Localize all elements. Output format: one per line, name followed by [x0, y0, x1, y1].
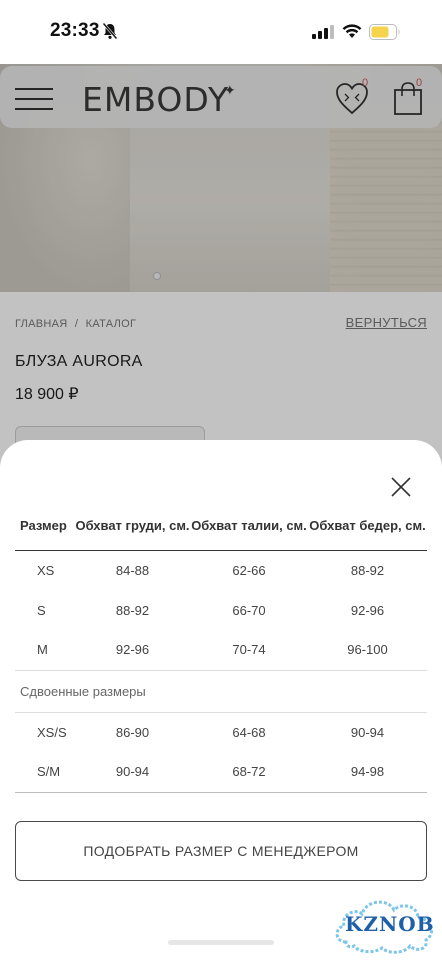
battery-icon	[369, 24, 400, 40]
double-sizes-label: Сдвоенные размеры	[15, 669, 427, 713]
signal-icon	[312, 25, 334, 39]
cell-hips: 88-92	[350, 562, 385, 578]
cell-chest: 90-94	[115, 764, 150, 780]
table-row: S 88-92 66-70 92-96	[15, 590, 427, 630]
cell-waist: 64-68	[232, 724, 266, 740]
cell-waist: 62-66	[232, 562, 266, 578]
cell-size: S	[37, 602, 46, 618]
cell-size: XS/S	[37, 724, 67, 740]
close-icon[interactable]	[388, 474, 414, 500]
cell-size: M	[37, 642, 48, 658]
cell-hips: 92-96	[350, 602, 385, 618]
cell-waist: 68-72	[232, 764, 266, 780]
status-bar: 23:33	[0, 0, 442, 64]
cell-hips: 94-98	[350, 764, 385, 780]
cell-waist: 66-70	[232, 602, 266, 618]
cell-size: XS	[37, 562, 55, 578]
pick-size-with-manager-button[interactable]: ПОДОБРАТЬ РАЗМЕР С МЕНЕДЖЕРОМ	[15, 821, 427, 881]
header-hips: Обхват бедер, см.	[309, 517, 426, 533]
home-indicator[interactable]	[168, 940, 274, 945]
wifi-icon	[342, 24, 362, 38]
table-row: XS 84-88 62-66 88-92	[15, 550, 427, 590]
cell-waist: 70-74	[232, 642, 266, 658]
cell-chest: 92-96	[115, 642, 150, 658]
watermark-text: KZNOB	[345, 912, 435, 936]
cell-chest: 86-90	[115, 724, 150, 740]
cell-hips: 96-100	[347, 642, 388, 658]
cell-chest: 88-92	[115, 602, 150, 618]
header-size: Размер	[20, 517, 67, 533]
group-heading-row: Сдвоенные размеры	[15, 669, 427, 713]
size-chart-table: Размер Обхват груди, см. Обхват талии, с…	[15, 502, 427, 793]
table-row: S/M 90-94 68-72 94-98	[15, 752, 427, 792]
status-time: 23:33	[50, 20, 100, 41]
cell-chest: 84-88	[115, 562, 150, 578]
table-header-row: Размер Обхват груди, см. Обхват талии, с…	[15, 502, 427, 550]
cell-hips: 90-94	[350, 724, 385, 740]
header-waist: Обхват талии, см.	[191, 517, 307, 533]
bell-muted-icon	[102, 22, 118, 40]
table-row: XS/S 86-90 64-68 90-94	[15, 712, 427, 752]
header-chest: Обхват груди, см.	[75, 517, 190, 533]
cell-size: S/M	[37, 764, 61, 780]
table-row: M 92-96 70-74 96-100	[15, 630, 427, 670]
